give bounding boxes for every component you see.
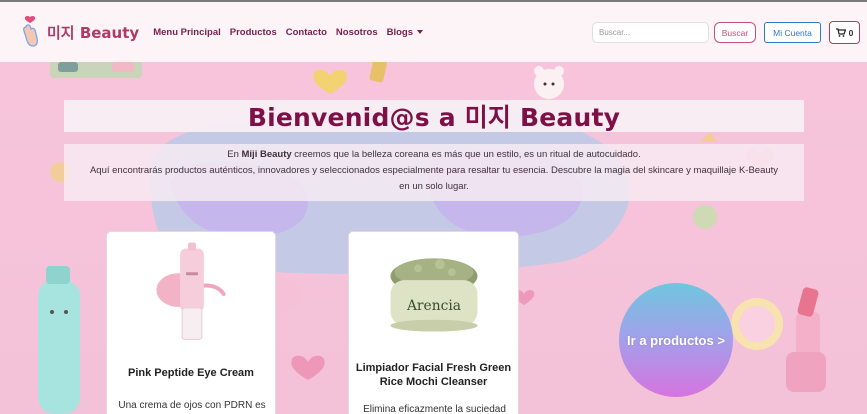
nav-blogs-label: Blogs <box>386 26 414 38</box>
account-button[interactable]: Mi Cuenta <box>764 22 821 43</box>
finger-heart-icon <box>22 15 39 47</box>
product-image-cleanser-jar: Arencia <box>390 258 478 332</box>
hero-line-3: en un solo lugar. <box>399 181 469 192</box>
product-card[interactable]: Pink Peptide Eye Cream Una crema de ojos… <box>106 231 276 414</box>
cart-count: 0 <box>848 27 854 38</box>
hero-line-1-post: creemos que la belleza coreana es más qu… <box>291 149 641 160</box>
go-to-products-button[interactable]: Ir a productos > <box>619 283 733 397</box>
hero-title-band: Bienvenid@s a 미지 Beauty <box>64 100 804 132</box>
hero-brand-bold: Miji Beauty <box>241 149 292 160</box>
hero-line-2: Aquí encontrarás productos auténticos, i… <box>89 165 779 176</box>
hero-line-1: En Miji Beauty creemos que la belleza co… <box>64 147 804 163</box>
brand-link[interactable]: 미지 Beauty <box>18 15 139 49</box>
product-image-eye-cream <box>156 242 226 340</box>
caret-down-icon <box>417 30 424 34</box>
nav-blogs-dropdown[interactable]: Blogs <box>386 26 424 38</box>
nav-menu-principal[interactable]: Menu Principal <box>153 27 221 38</box>
hero-description: En Miji Beauty creemos que la belleza co… <box>64 144 804 201</box>
search-button[interactable]: Buscar <box>714 22 756 43</box>
main-nav: Menu Principal Productos Contacto Nosotr… <box>153 27 432 38</box>
hero-title: Bienvenid@s a 미지 Beauty <box>247 103 621 132</box>
hero-line-1-pre: En <box>227 149 242 160</box>
shopping-cart-icon <box>835 28 846 37</box>
cart-button[interactable]: 0 <box>829 21 860 44</box>
nav-contacto[interactable]: Contacto <box>286 27 327 38</box>
navbar: 미지 Beauty Menu Principal Productos Conta… <box>0 0 867 62</box>
search-input[interactable] <box>592 22 709 43</box>
svg-text:Arencia: Arencia <box>406 298 461 314</box>
product-description: Elimina eficazmente la suciedad <box>363 404 506 414</box>
product-name[interactable]: Limpiador Facial Fresh Green Rice Mochi … <box>355 361 512 389</box>
nav-nosotros[interactable]: Nosotros <box>336 27 378 38</box>
brand-name: 미지 Beauty <box>47 23 140 42</box>
product-name[interactable]: Pink Peptide Eye Cream <box>113 366 269 380</box>
product-description: Una crema de ojos con PDRN es <box>118 400 266 411</box>
nav-productos[interactable]: Productos <box>230 27 277 38</box>
product-card[interactable]: Arencia Limpiador Facial Fresh Green Ric… <box>348 231 519 414</box>
